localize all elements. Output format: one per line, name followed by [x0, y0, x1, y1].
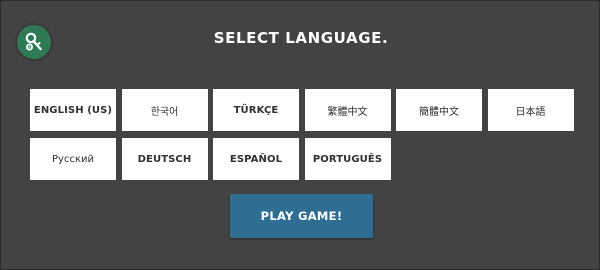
language-button-korean[interactable]: 한국어 [121, 89, 208, 131]
language-button-russian[interactable]: Русский [30, 138, 116, 180]
language-select-screen: SELECT LANGUAGE. ENGLISH (US) 한국어 TÜRKÇE… [0, 0, 600, 270]
language-button-japanese[interactable]: 日本語 [487, 89, 574, 131]
language-button-simplified-chinese[interactable]: 簡體中文 [396, 89, 482, 131]
play-game-button[interactable]: PLAY GAME! [230, 194, 373, 238]
page-title: SELECT LANGUAGE. [213, 29, 389, 47]
language-button-english-us[interactable]: ENGLISH (US) [30, 89, 116, 131]
language-button-german[interactable]: DEUTSCH [121, 138, 208, 180]
language-button-spanish[interactable]: ESPAÑOL [213, 138, 299, 180]
language-button-portuguese[interactable]: PORTUGUÊS [304, 138, 391, 180]
language-grid: ENGLISH (US) 한국어 TÜRKÇE 繁體中文 簡體中文 日本語 Ру… [30, 89, 575, 180]
language-button-traditional-chinese[interactable]: 繁體中文 [304, 89, 391, 131]
language-button-turkish[interactable]: TÜRKÇE [213, 89, 299, 131]
